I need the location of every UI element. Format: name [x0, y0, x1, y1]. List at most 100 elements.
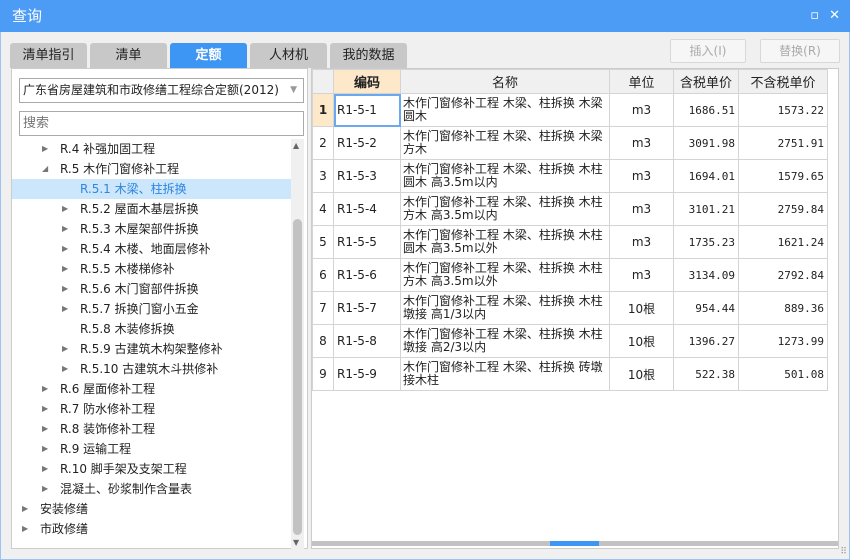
tree-node[interactable]: ▶ R.5.10 古建筑木斗拱修补 [12, 359, 291, 379]
table-cell[interactable]: R1-5-9 [333, 357, 401, 391]
table-cell[interactable]: m3 [609, 93, 674, 127]
table-cell[interactable]: 7 [312, 291, 334, 325]
table-cell[interactable]: 木作门窗修补工程 木梁、柱拆换 木柱圆木 高3.5m以外 [400, 225, 610, 259]
collapsed-arrow-icon[interactable]: ▶ [62, 199, 68, 219]
table-cell[interactable]: 木作门窗修补工程 木梁、柱拆换 木柱方木 高3.5m以外 [400, 258, 610, 292]
column-header[interactable]: 单位 [609, 69, 674, 94]
table-row[interactable]: 6 R1-5-6 木作门窗修补工程 木梁、柱拆换 木柱方木 高3.5m以外 m3 313… [312, 258, 828, 292]
collapsed-arrow-icon[interactable]: ▶ [42, 459, 48, 479]
table-cell[interactable]: 10根 [609, 291, 674, 325]
table-cell[interactable]: R1-5-2 [333, 126, 401, 160]
resize-grip-icon[interactable]: ⠿ [840, 547, 847, 557]
table-cell[interactable]: R1-5-3 [333, 159, 401, 193]
table-cell[interactable]: 3134.09 [673, 258, 739, 292]
collapsed-arrow-icon[interactable]: ▶ [62, 259, 68, 279]
table-cell[interactable]: 2751.91 [738, 126, 828, 160]
tree-node[interactable]: ▶ R.5.7 拆换门窗小五金 [12, 299, 291, 319]
collapsed-arrow-icon[interactable]: ▶ [42, 479, 48, 499]
tree-node[interactable]: R.5.1 木梁、柱拆换 [12, 179, 291, 199]
tab-1[interactable]: 清单 [90, 43, 167, 68]
table-cell[interactable]: 10根 [609, 357, 674, 391]
column-header[interactable] [312, 69, 334, 94]
tree-node[interactable]: ▶ R.5.9 古建筑木构架整修补 [12, 339, 291, 359]
tree-node[interactable]: ▶ 市政修缮 [12, 519, 291, 539]
table-cell[interactable]: 522.38 [673, 357, 739, 391]
table-row[interactable]: 4 R1-5-4 木作门窗修补工程 木梁、柱拆换 木柱方木 高3.5m以内 m3 310… [312, 192, 828, 226]
scroll-down-icon[interactable]: ▼ [293, 538, 299, 547]
expanded-arrow-icon[interactable]: ◢ [42, 159, 48, 179]
collapsed-arrow-icon[interactable]: ▶ [62, 339, 68, 359]
collapsed-arrow-icon[interactable]: ▶ [62, 359, 68, 379]
scroll-up-icon[interactable]: ▲ [293, 141, 299, 150]
table-cell[interactable]: 1694.01 [673, 159, 739, 193]
collapsed-arrow-icon[interactable]: ▶ [62, 219, 68, 239]
table-cell[interactable]: 3101.21 [673, 192, 739, 226]
column-header[interactable]: 含税单价 [673, 69, 739, 94]
table-cell[interactable]: 10根 [609, 324, 674, 358]
table-cell[interactable]: 2792.84 [738, 258, 828, 292]
column-header[interactable]: 编码 [333, 69, 401, 94]
table-cell[interactable]: 木作门窗修补工程 木梁、柱拆换 木梁圆木 [400, 93, 610, 127]
table-cell[interactable]: R1-5-6 [333, 258, 401, 292]
tree-node[interactable]: ▶ R.9 运输工程 [12, 439, 291, 459]
tree-node[interactable]: ▶ R.5.2 屋面木基层拆换 [12, 199, 291, 219]
table-cell[interactable]: m3 [609, 192, 674, 226]
collapsed-arrow-icon[interactable]: ▶ [62, 279, 68, 299]
table-cell[interactable]: 4 [312, 192, 334, 226]
table-cell[interactable]: 3 [312, 159, 334, 193]
table-cell[interactable]: 9 [312, 357, 334, 391]
table-cell[interactable]: 1396.27 [673, 324, 739, 358]
table-cell[interactable]: 6 [312, 258, 334, 292]
table-row[interactable]: 9 R1-5-9 木作门窗修补工程 木梁、柱拆换 砖墩接木柱 10根 522.38 501… [312, 357, 828, 391]
tree-node[interactable]: ▶ R.5.3 木屋架部件拆换 [12, 219, 291, 239]
table-cell[interactable]: m3 [609, 225, 674, 259]
tree-scrollbar[interactable]: ▲ ▼ [291, 139, 304, 549]
table-cell[interactable]: 1621.24 [738, 225, 828, 259]
table-cell[interactable]: 木作门窗修补工程 木梁、柱拆换 木柱墩接 高1/3以内 [400, 291, 610, 325]
table-cell[interactable]: 2 [312, 126, 334, 160]
scroll-thumb[interactable] [550, 541, 599, 546]
table-row[interactable]: 8 R1-5-8 木作门窗修补工程 木梁、柱拆换 木柱墩接 高2/3以内 10根 139… [312, 324, 828, 358]
tree-node[interactable]: ▶ R.4 补强加固工程 [12, 139, 291, 159]
table-cell[interactable]: 5 [312, 225, 334, 259]
table-cell[interactable]: 501.08 [738, 357, 828, 391]
table-cell[interactable]: 954.44 [673, 291, 739, 325]
collapsed-arrow-icon[interactable]: ▶ [62, 299, 68, 319]
search-input[interactable] [19, 111, 304, 136]
table-cell[interactable]: 889.36 [738, 291, 828, 325]
quota-select[interactable]: 广东省房屋建筑和市政修缮工程综合定额(2012) ▼ [19, 78, 304, 103]
table-cell[interactable]: R1-5-8 [333, 324, 401, 358]
tree-node[interactable]: ▶ R.5.5 木楼梯修补 [12, 259, 291, 279]
insert-button[interactable]: 插入(I) [670, 39, 746, 63]
tree-node[interactable]: ▶ 混凝土、砂浆制作含量表 [12, 479, 291, 499]
column-header[interactable]: 不含税单价 [738, 69, 828, 94]
table-cell[interactable]: m3 [609, 258, 674, 292]
column-header[interactable]: 名称 [400, 69, 610, 94]
table-row[interactable]: 3 R1-5-3 木作门窗修补工程 木梁、柱拆换 木柱圆木 高3.5m以内 m3 169… [312, 159, 828, 193]
tree-node[interactable]: ▶ R.7 防水修补工程 [12, 399, 291, 419]
table-cell[interactable]: 1686.51 [673, 93, 739, 127]
table-cell[interactable]: 木作门窗修补工程 木梁、柱拆换 木柱方木 高3.5m以内 [400, 192, 610, 226]
table-cell[interactable]: m3 [609, 126, 674, 160]
minimize-icon[interactable]: ▫ [810, 0, 819, 32]
collapsed-arrow-icon[interactable]: ▶ [22, 499, 28, 519]
close-icon[interactable]: ✕ [829, 0, 840, 32]
tree-node[interactable]: ▶ R.5.6 木门窗部件拆换 [12, 279, 291, 299]
table-cell[interactable]: 木作门窗修补工程 木梁、柱拆换 木梁方木 [400, 126, 610, 160]
tree-node[interactable]: ◢ R.5 木作门窗修补工程 [12, 159, 291, 179]
table-row[interactable]: 1 R1-5-1 木作门窗修补工程 木梁、柱拆换 木梁圆木 m3 1686.51 1573… [312, 93, 828, 127]
tree-node[interactable]: ▶ R.5.4 木楼、地面层修补 [12, 239, 291, 259]
scroll-thumb[interactable] [293, 219, 302, 535]
tree-node[interactable]: R.5.8 木装修拆换 [12, 319, 291, 339]
collapsed-arrow-icon[interactable]: ▶ [62, 239, 68, 259]
table-cell[interactable]: 3091.98 [673, 126, 739, 160]
table-cell[interactable]: R1-5-5 [333, 225, 401, 259]
table-cell[interactable]: m3 [609, 159, 674, 193]
table-cell[interactable]: 1579.65 [738, 159, 828, 193]
horizontal-scrollbar[interactable] [312, 541, 838, 546]
table-cell[interactable]: 1 [312, 93, 334, 127]
table-cell[interactable]: 1273.99 [738, 324, 828, 358]
tab-4[interactable]: 我的数据 [330, 43, 407, 68]
table-cell[interactable]: 1735.23 [673, 225, 739, 259]
tree-node[interactable]: ▶ 安装修缮 [12, 499, 291, 519]
